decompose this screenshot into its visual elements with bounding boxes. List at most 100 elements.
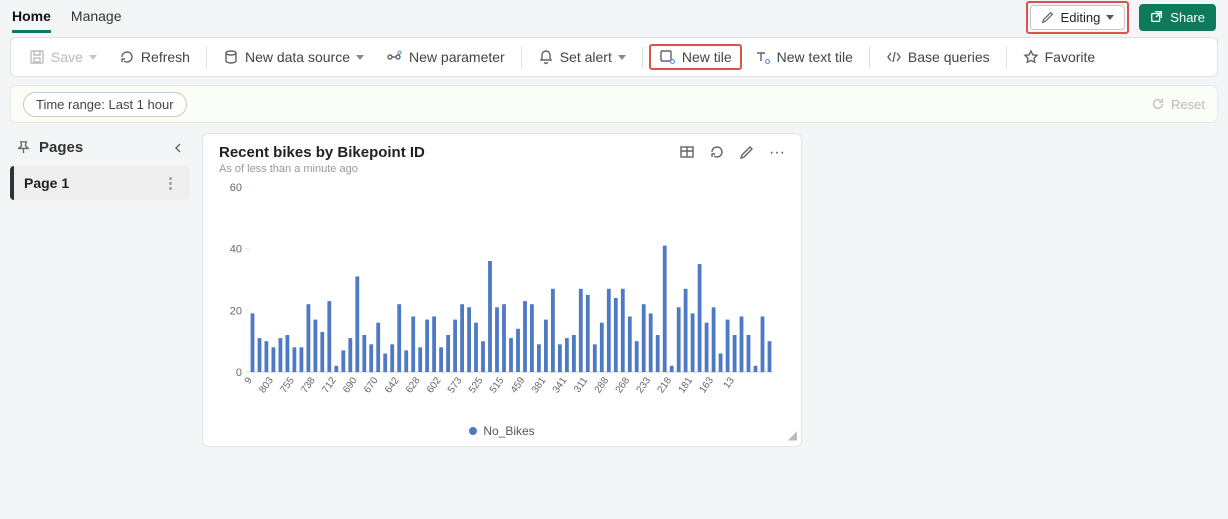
nav-tabs: Home Manage <box>12 2 122 33</box>
time-range-pill[interactable]: Time range: Last 1 hour <box>23 92 187 117</box>
bar <box>705 323 709 372</box>
new-data-source-button[interactable]: New data source <box>213 44 374 70</box>
refresh-icon[interactable] <box>709 144 725 160</box>
resize-handle[interactable]: ◢ <box>788 428 797 442</box>
svg-text:690: 690 <box>341 375 360 395</box>
bar <box>565 338 569 372</box>
parameter-icon <box>386 49 403 65</box>
tab-home[interactable]: Home <box>12 2 51 33</box>
star-icon <box>1023 49 1039 65</box>
pencil-icon[interactable] <box>739 144 755 160</box>
save-button[interactable]: Save <box>19 44 107 70</box>
share-button[interactable]: Share <box>1139 4 1216 31</box>
bar <box>481 341 485 372</box>
base-queries-button[interactable]: Base queries <box>876 44 1000 70</box>
top-actions: Editing Share <box>1026 1 1216 34</box>
tile-actions: ··· <box>679 144 785 162</box>
bar <box>314 320 318 372</box>
set-alert-button[interactable]: Set alert <box>528 44 636 70</box>
svg-text:712: 712 <box>320 375 339 395</box>
new-text-tile-button[interactable]: New text tile <box>744 44 863 70</box>
tab-manage[interactable]: Manage <box>71 2 122 33</box>
chevron-down-icon <box>89 55 97 60</box>
bar <box>300 347 304 372</box>
bar <box>656 335 660 372</box>
sidebar-item-page-1[interactable]: Page 1 ⋮ <box>10 166 190 200</box>
svg-text:163: 163 <box>697 375 716 395</box>
svg-text:755: 755 <box>278 375 297 395</box>
bar <box>251 313 255 372</box>
bar <box>614 298 618 372</box>
new-tile-button[interactable]: New tile <box>649 44 742 70</box>
bar <box>621 289 625 372</box>
bar <box>579 289 583 372</box>
new-text-tile-label: New text tile <box>777 49 853 65</box>
chevron-left-icon[interactable] <box>172 142 184 154</box>
bar <box>286 335 290 372</box>
bar <box>418 347 422 372</box>
new-tile-label: New tile <box>682 49 732 65</box>
separator <box>1006 46 1007 68</box>
bar <box>369 344 373 372</box>
separator <box>206 46 207 68</box>
svg-text:233: 233 <box>635 375 654 395</box>
pages-title: Pages <box>39 139 83 156</box>
pencil-icon <box>1041 10 1055 24</box>
new-parameter-label: New parameter <box>409 49 505 65</box>
bar <box>460 304 464 372</box>
database-icon <box>223 49 239 65</box>
bar <box>551 289 555 372</box>
reset-icon <box>1151 97 1165 111</box>
bar <box>698 264 702 372</box>
bar <box>768 341 772 372</box>
svg-text:341: 341 <box>551 375 570 395</box>
code-icon <box>886 49 902 65</box>
new-parameter-button[interactable]: New parameter <box>376 44 515 70</box>
tile-icon <box>659 49 676 65</box>
main-layout: Pages Page 1 ⋮ Recent bikes by Bikepoint… <box>10 133 1218 447</box>
tile-subtitle: As of less than a minute ago <box>219 163 425 175</box>
bar <box>397 304 401 372</box>
svg-text:268: 268 <box>614 375 633 395</box>
text-tile-icon <box>754 49 771 65</box>
separator <box>869 46 870 68</box>
bar <box>348 338 352 372</box>
svg-text:218: 218 <box>656 375 675 395</box>
refresh-label: Refresh <box>141 49 190 65</box>
editing-button[interactable]: Editing <box>1030 5 1126 30</box>
bar <box>726 320 730 372</box>
separator <box>642 46 643 68</box>
more-icon[interactable]: ⋮ <box>163 174 180 192</box>
tile-title: Recent bikes by Bikepoint ID <box>219 144 425 161</box>
table-icon[interactable] <box>679 144 695 160</box>
bar <box>502 304 506 372</box>
bar <box>509 338 513 372</box>
reset-button[interactable]: Reset <box>1151 97 1205 112</box>
svg-text:13: 13 <box>722 375 738 391</box>
more-icon[interactable]: ··· <box>769 144 785 162</box>
bar <box>516 329 520 372</box>
toolbar: Save Refresh New data source New paramet… <box>10 37 1218 77</box>
svg-text:573: 573 <box>446 375 465 395</box>
bar <box>572 335 576 372</box>
bar <box>383 354 387 373</box>
refresh-button[interactable]: Refresh <box>109 44 200 70</box>
filter-bar: Time range: Last 1 hour Reset <box>10 85 1218 123</box>
editing-label: Editing <box>1061 10 1101 25</box>
base-queries-label: Base queries <box>908 49 990 65</box>
refresh-icon <box>119 49 135 65</box>
svg-text:670: 670 <box>362 375 381 395</box>
bar <box>404 350 408 372</box>
bar <box>558 344 562 372</box>
bar <box>586 295 590 372</box>
bar <box>754 366 758 372</box>
bar <box>530 304 534 372</box>
chevron-down-icon <box>1106 15 1114 20</box>
bar <box>376 323 380 372</box>
favorite-button[interactable]: Favorite <box>1013 44 1106 70</box>
bar <box>320 332 324 372</box>
bar <box>327 301 331 372</box>
chart-svg: 0204060980375573871269067064262860257352… <box>219 183 779 418</box>
pages-header: Pages <box>10 133 190 166</box>
bar <box>432 317 436 373</box>
